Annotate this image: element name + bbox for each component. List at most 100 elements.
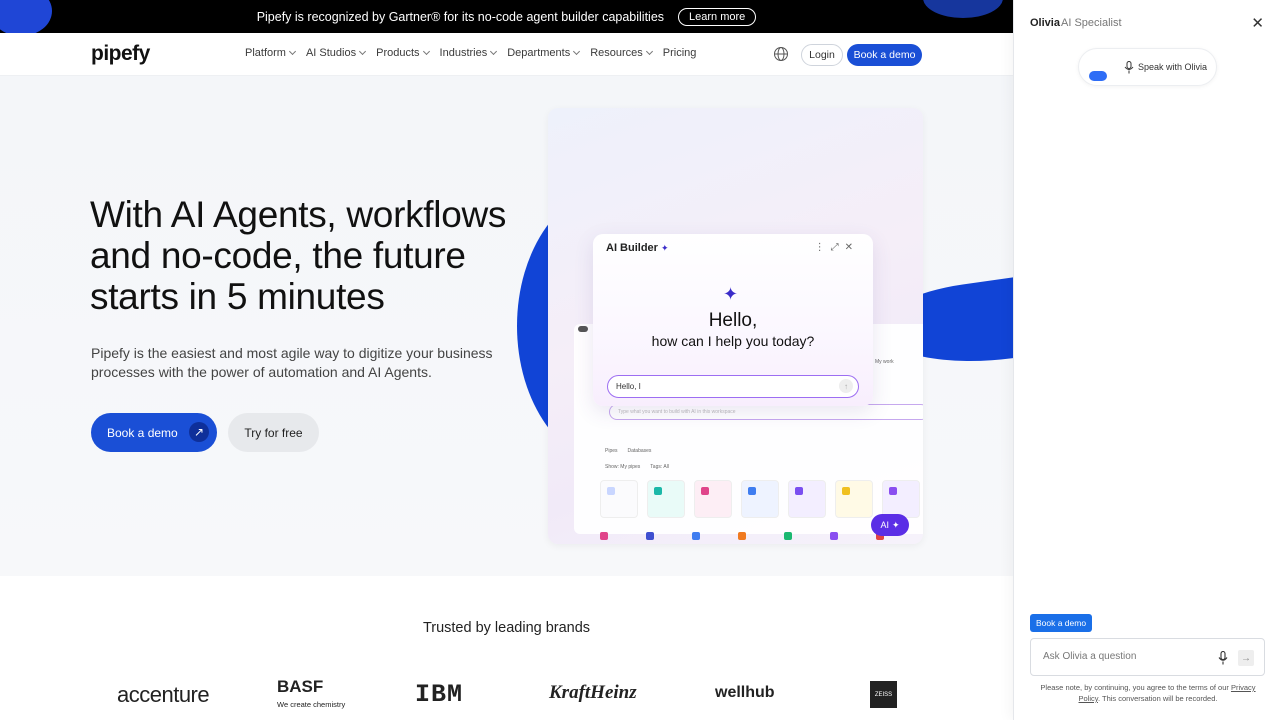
pipefy-logo[interactable]: pipefy [91, 42, 150, 66]
hero-section: With AI Agents, workflows and no-code, t… [0, 76, 1013, 576]
ai-input-value: Hello, I [616, 382, 641, 391]
nav-item-label: AI Studios [305, 47, 357, 59]
pipe-icon [842, 487, 850, 495]
agent-role: AI Specialist [1061, 17, 1122, 29]
pipe-tile [835, 480, 873, 518]
nav-item-label: Resources [590, 47, 643, 59]
pipe-icon [607, 487, 615, 495]
pipe-tile [694, 480, 732, 518]
greeting-text: Hello, [708, 310, 758, 331]
nav-menu: Platform AI Studios Products Industries … [245, 47, 696, 59]
pipe-tile [788, 480, 826, 518]
chat-input-placeholder: Ask Olivia a question [1043, 651, 1137, 662]
learn-more-button[interactable]: Learn more [678, 7, 757, 26]
close-icon[interactable]: ✕ [1251, 14, 1264, 32]
pipe-icon [889, 487, 897, 495]
pipe-tiles-row-2 [600, 532, 884, 540]
ibm-logo: IBM [415, 680, 464, 709]
disclaimer-text-end: . This conversation will be recorded. [1097, 694, 1218, 703]
zeiss-logo: ZEISS [870, 681, 897, 708]
banner-text: Pipefy is recognized by Gartner® for its… [256, 9, 665, 24]
speak-with-olivia-button[interactable]: Speak with Olivia [1078, 48, 1217, 86]
pipe-tile [882, 480, 920, 518]
nav-item-label: Industries [439, 47, 488, 59]
workspace-tabs: Pipes Databases [605, 448, 651, 454]
nav-item-ai-studios[interactable]: AI Studios [305, 47, 367, 59]
chevron-down-icon [288, 47, 297, 56]
sparkle-icon: ✦ [723, 284, 739, 304]
arrow-up-right-icon: ↗ [189, 422, 209, 442]
toggle-icon [578, 326, 588, 332]
pipe-icon [701, 487, 709, 495]
nav-item-label: Pricing [662, 47, 697, 59]
nav-item-label: Platform [245, 47, 286, 59]
globe-icon[interactable] [773, 46, 789, 62]
nav-item-industries[interactable]: Industries [439, 47, 498, 59]
nav-item-products[interactable]: Products [376, 47, 430, 59]
speak-label: Speak with Olivia [1138, 62, 1208, 72]
filter-show: Show: My pipes [605, 464, 641, 470]
nav-item-label: Departments [507, 47, 571, 59]
send-arrow-icon[interactable]: → [1238, 650, 1254, 666]
book-demo-chip[interactable]: Book a demo [1030, 614, 1092, 632]
pipe-icon [654, 487, 662, 495]
announcement-banner: Pipefy is recognized by Gartner® for its… [0, 0, 1013, 33]
ai-pill-label: AI [880, 520, 889, 530]
chevron-down-icon [490, 47, 498, 56]
try-for-free-button[interactable]: Try for free [228, 413, 319, 452]
brand-logos: accenture BASF We create chemistry IBM Kr… [100, 678, 930, 712]
pipe-icon [692, 532, 700, 540]
pipefy-homepage: Pipefy is recognized by Gartner® for its… [0, 0, 1013, 720]
tab-pipes: Pipes [605, 448, 618, 454]
nav-item-resources[interactable]: Resources [590, 47, 653, 59]
banner-decoration [923, 0, 1003, 18]
ai-builder-input: Hello, I ↑ [607, 375, 859, 398]
chat-input[interactable]: Ask Olivia a question → [1030, 638, 1265, 676]
send-icon: ↑ [839, 379, 853, 393]
chat-disclaimer: Please note, by continuing, you agree to… [1038, 682, 1258, 704]
pipe-icon [738, 532, 746, 540]
nav-item-departments[interactable]: Departments [507, 47, 581, 59]
trusted-heading: Trusted by leading brands [422, 620, 591, 636]
pipe-icon [646, 532, 654, 540]
ai-assistant-pill: AI ✦ [871, 514, 909, 536]
book-demo-hero-button[interactable]: Book a demo ↗ [91, 413, 217, 452]
kraftheinz-logo: KraftHeinz [549, 682, 637, 703]
hero-headline: With AI Agents, workflows and no-code, t… [90, 194, 507, 317]
disclaimer-text: Please note, by continuing, you agree to… [1040, 683, 1229, 692]
microphone-icon [1124, 61, 1134, 74]
nav-item-pricing[interactable]: Pricing [663, 47, 697, 59]
pipe-tiles [600, 480, 920, 518]
accenture-logo: accenture [117, 682, 210, 707]
main-navigation: pipefy Platform AI Studios Products Indu… [0, 33, 1013, 76]
chevron-down-icon [573, 47, 581, 56]
sparkle-icon: ✦ [891, 519, 900, 530]
filter-tags: Tags: All [650, 464, 669, 470]
agent-name: Olivia [1030, 17, 1060, 29]
microphone-icon[interactable] [1218, 651, 1228, 665]
login-button[interactable]: Login [801, 44, 843, 66]
sparkle-icon: ✦ [661, 243, 669, 253]
chevron-down-icon [359, 47, 367, 56]
book-demo-nav-button[interactable]: Book a demo [847, 44, 922, 66]
my-work-label: My work [875, 359, 894, 365]
basf-tagline: We create chemistry [277, 700, 346, 709]
chevron-down-icon [645, 47, 653, 56]
pipe-icon [748, 487, 756, 495]
hero-subtitle: Pipefy is the easiest and most agile way… [91, 345, 493, 380]
workspace-ai-input: Type what you want to build with AI in t… [609, 404, 923, 420]
pipe-icon [784, 532, 792, 540]
tab-databases: Databases [627, 448, 652, 454]
pipe-icon [830, 532, 838, 540]
voice-indicator [1089, 71, 1107, 81]
product-mockup: My work Type what you want to build with… [548, 108, 923, 544]
pipe-tile [741, 480, 779, 518]
chat-panel: Olivia AI Specialist ✕ Speak with Olivia… [1013, 0, 1280, 720]
expand-icon: ⤢ [830, 242, 845, 253]
pipe-tile [647, 480, 685, 518]
nav-item-platform[interactable]: Platform [245, 47, 297, 59]
banner-decoration [0, 0, 52, 33]
wellhub-logo: wellhub [715, 684, 775, 701]
close-icon: ✕ [844, 242, 859, 253]
workspace-filters: Show: My pipes Tags: All [605, 464, 669, 470]
